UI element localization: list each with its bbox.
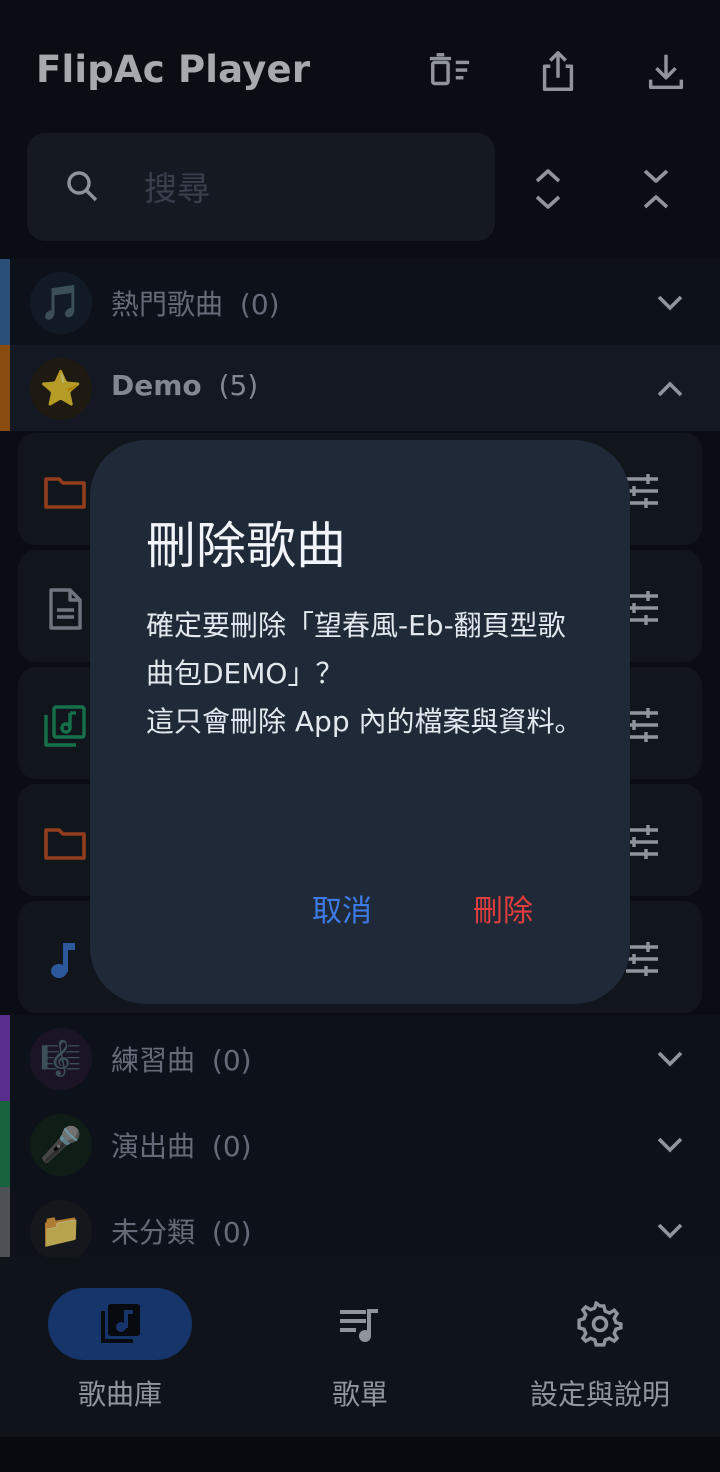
dialog-message-line: 這只會刪除 App 內的檔案與資料。 — [146, 705, 583, 738]
dialog-message: 確定要刪除「望春風-Eb-翻頁型歌曲包DEMO」？ 這只會刪除 App 內的檔案… — [146, 602, 586, 746]
dialog-message-line: 確定要刪除「望春風-Eb-翻頁型歌曲包DEMO」？ — [146, 609, 566, 690]
cancel-button[interactable]: 取消 — [312, 886, 372, 930]
app-root: FlipAc Player 搜尋 🎵 熱門歌曲 (0) ⭐ Demo (5) 🎼… — [0, 0, 720, 1472]
delete-button[interactable]: 刪除 — [473, 886, 533, 930]
dialog-title: 刪除歌曲 — [146, 517, 346, 575]
delete-confirm-dialog: 刪除歌曲 確定要刪除「望春風-Eb-翻頁型歌曲包DEMO」？ 這只會刪除 App… — [90, 440, 630, 1004]
